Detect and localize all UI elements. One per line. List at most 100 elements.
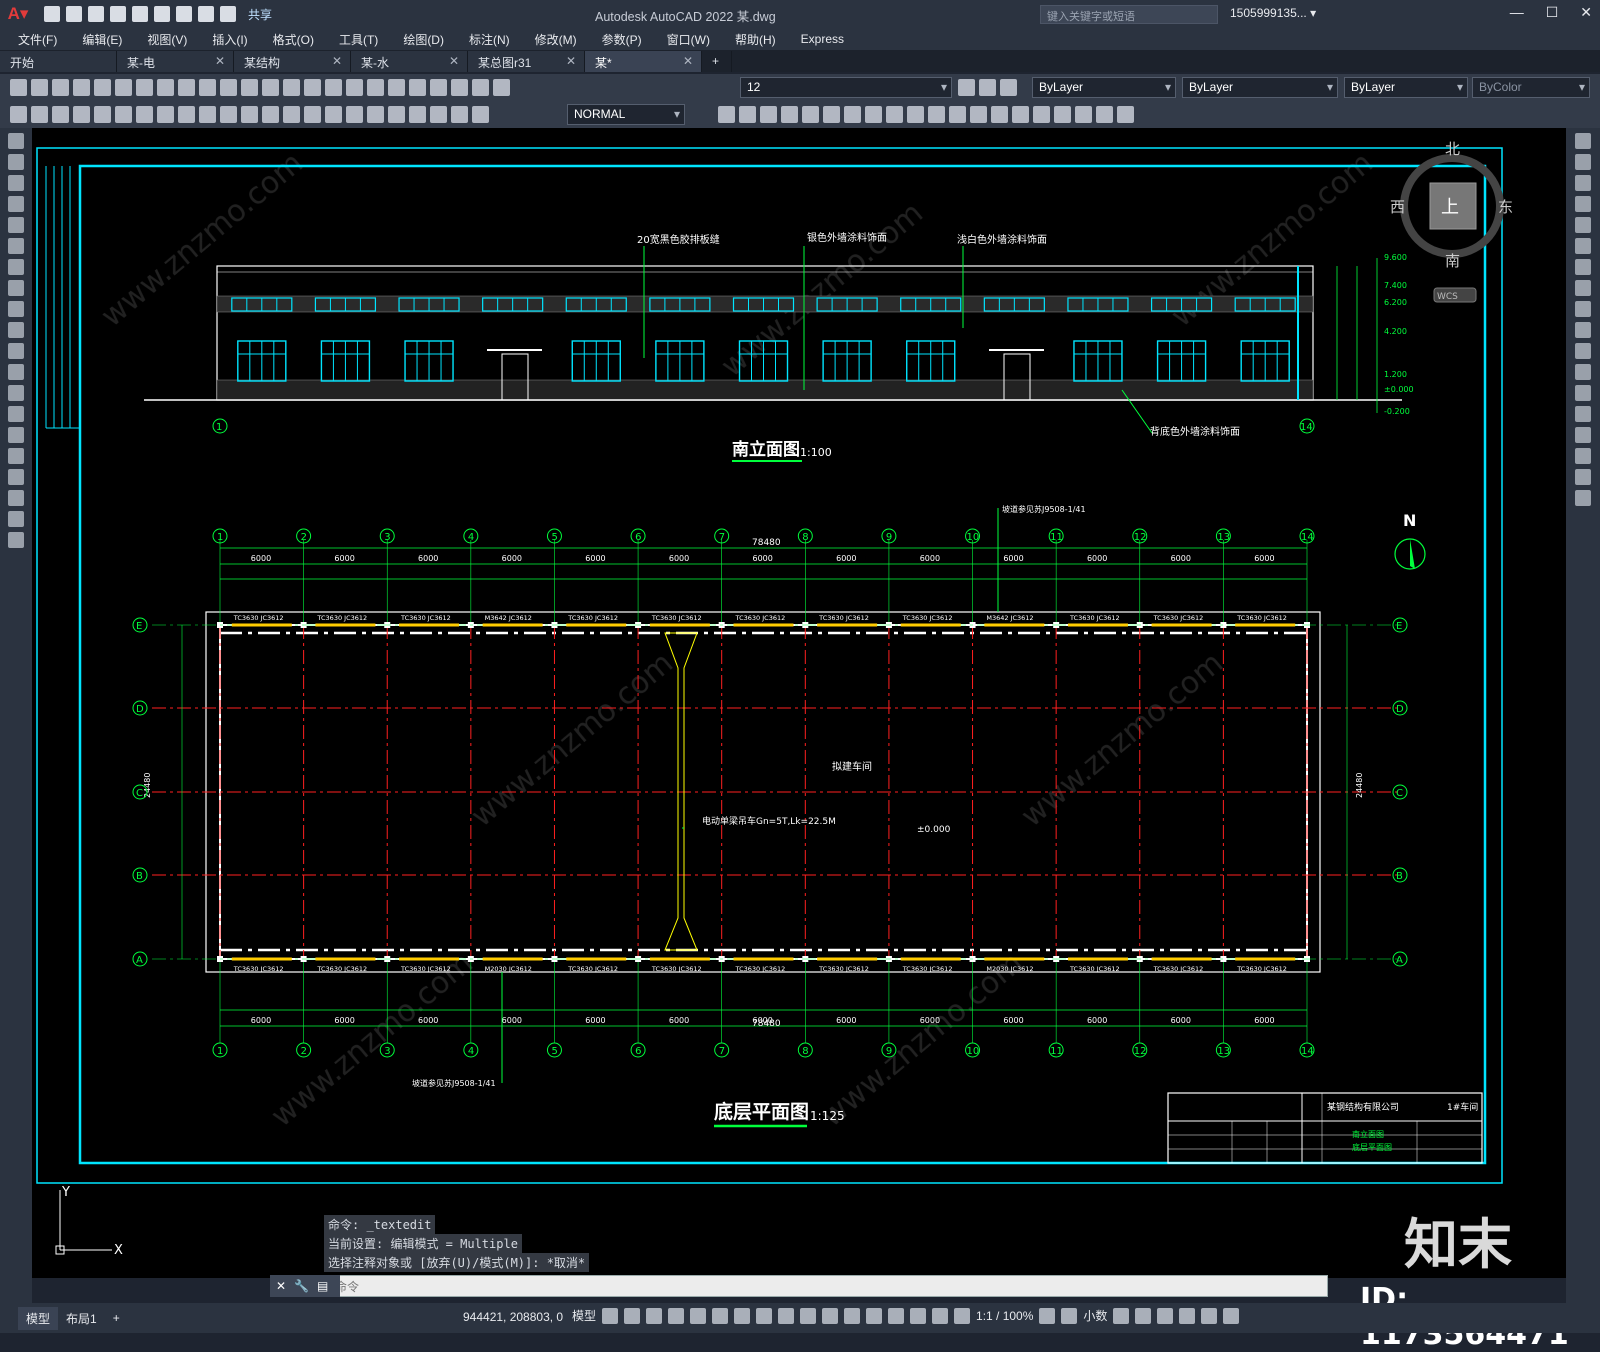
tab-site-plan[interactable]: 某总图r31 ✕ bbox=[468, 51, 585, 72]
dim-aligned-icon[interactable] bbox=[31, 106, 48, 123]
menu-dimension[interactable]: 标注(N) bbox=[469, 31, 510, 48]
dim-radius-icon[interactable] bbox=[94, 106, 111, 123]
ellipse-icon[interactable] bbox=[8, 322, 24, 338]
viewcube[interactable]: 上 北 南 东 西 WCS bbox=[1390, 140, 1513, 303]
layer-icon[interactable] bbox=[493, 79, 510, 96]
insert-icon[interactable] bbox=[1075, 106, 1092, 123]
stretch-icon[interactable] bbox=[1575, 301, 1591, 317]
array-icon[interactable] bbox=[1575, 217, 1591, 233]
chamfer-icon[interactable] bbox=[991, 106, 1008, 123]
close-icon[interactable]: ✕ bbox=[332, 54, 342, 68]
close-icon[interactable]: ✕ bbox=[566, 54, 576, 68]
new-tab-button[interactable]: + bbox=[702, 51, 732, 72]
menu-insert[interactable]: 插入(I) bbox=[212, 31, 247, 48]
quick-properties-icon[interactable] bbox=[1113, 1307, 1130, 1324]
share-button[interactable]: 共享 bbox=[248, 6, 272, 22]
plot-icon[interactable] bbox=[176, 6, 192, 22]
sheet-set-icon[interactable] bbox=[409, 79, 426, 96]
dynamic-ucs-icon[interactable] bbox=[866, 1307, 883, 1324]
user-account[interactable]: 1505999135... ▾ bbox=[1230, 6, 1316, 20]
lock-ui-icon[interactable] bbox=[1135, 1307, 1152, 1324]
cut-icon[interactable] bbox=[136, 79, 153, 96]
ellipse-arc-icon[interactable] bbox=[8, 343, 24, 359]
layer-dropdown[interactable]: 12 bbox=[740, 77, 952, 98]
line-icon[interactable] bbox=[8, 133, 24, 149]
layer-state-icon[interactable] bbox=[1000, 79, 1017, 96]
point-icon[interactable] bbox=[8, 406, 24, 422]
move-icon[interactable] bbox=[823, 106, 840, 123]
arc-icon[interactable] bbox=[8, 238, 24, 254]
dim-angular-icon[interactable] bbox=[157, 106, 174, 123]
region-icon[interactable] bbox=[8, 469, 24, 485]
markup-icon[interactable] bbox=[430, 79, 447, 96]
menu-edit[interactable]: 编辑(E) bbox=[82, 31, 122, 48]
plotstyle-dropdown[interactable]: ByColor bbox=[1472, 77, 1590, 98]
coordinate-readout[interactable]: 944421, 208803, 0 bbox=[463, 1310, 563, 1324]
block-icon[interactable] bbox=[1054, 106, 1071, 123]
menu-modify[interactable]: 修改(M) bbox=[535, 31, 577, 48]
new-icon[interactable] bbox=[10, 79, 27, 96]
break-icon[interactable] bbox=[949, 106, 966, 123]
erase-icon[interactable] bbox=[718, 106, 735, 123]
minimize-icon[interactable]: — bbox=[1510, 4, 1524, 21]
viewcube-south[interactable]: 南 bbox=[1445, 252, 1460, 270]
dim-break-icon[interactable] bbox=[262, 106, 279, 123]
stretch-icon[interactable] bbox=[886, 106, 903, 123]
dim-linear-icon[interactable] bbox=[10, 106, 27, 123]
undo-icon[interactable] bbox=[220, 79, 237, 96]
tolerance-icon[interactable] bbox=[283, 106, 300, 123]
leader-icon[interactable] bbox=[451, 106, 468, 123]
spline-icon[interactable] bbox=[8, 301, 24, 317]
isolate-objects-icon[interactable] bbox=[1157, 1307, 1174, 1324]
polygon-icon[interactable] bbox=[8, 196, 24, 212]
model-space-button[interactable]: 模型 bbox=[572, 1307, 596, 1324]
customize-icon[interactable]: 🔧 bbox=[294, 1279, 309, 1293]
hardware-acceleration-icon[interactable] bbox=[1179, 1307, 1196, 1324]
recent-commands-icon[interactable]: ▤ bbox=[317, 1279, 328, 1293]
dim-update-icon[interactable] bbox=[409, 106, 426, 123]
copy-icon[interactable] bbox=[1575, 154, 1591, 170]
extend-icon[interactable] bbox=[1575, 343, 1591, 359]
transparency-icon[interactable] bbox=[800, 1307, 817, 1324]
customization-icon[interactable] bbox=[1223, 1307, 1240, 1324]
design-center-icon[interactable] bbox=[367, 79, 384, 96]
publish-icon[interactable] bbox=[115, 79, 132, 96]
snap-icon[interactable] bbox=[624, 1307, 641, 1324]
osnap-icon[interactable] bbox=[756, 1307, 773, 1324]
viewcube-top[interactable]: 上 bbox=[1441, 197, 1459, 218]
menu-file[interactable]: 文件(F) bbox=[18, 31, 57, 48]
redo-icon[interactable] bbox=[241, 79, 258, 96]
explode-icon[interactable] bbox=[1575, 490, 1591, 506]
properties-icon[interactable] bbox=[346, 79, 363, 96]
color-dropdown[interactable]: ByLayer bbox=[1032, 77, 1176, 98]
viewcube-north[interactable]: 北 bbox=[1445, 140, 1460, 158]
offset-icon[interactable] bbox=[1575, 196, 1591, 212]
close-icon[interactable]: ✕ bbox=[449, 54, 459, 68]
workspace-gear-icon[interactable] bbox=[1039, 1307, 1056, 1324]
ortho-icon[interactable] bbox=[668, 1307, 685, 1324]
zoom-previous-icon[interactable] bbox=[325, 79, 342, 96]
break-point-icon[interactable] bbox=[1575, 364, 1591, 380]
save-icon[interactable] bbox=[52, 79, 69, 96]
copy-icon[interactable] bbox=[157, 79, 174, 96]
linetype-dropdown[interactable]: ByLayer bbox=[1182, 77, 1338, 98]
revision-cloud-icon[interactable] bbox=[8, 280, 24, 296]
command-line[interactable]: 键入命令 bbox=[270, 1275, 1328, 1297]
maximize-icon[interactable]: ☐ bbox=[1546, 4, 1559, 21]
annotation-scale[interactable]: 1:1 / 100% bbox=[976, 1309, 1033, 1323]
autocad-logo-icon[interactable]: A▾ bbox=[0, 0, 36, 28]
lineweight-icon[interactable] bbox=[778, 1307, 795, 1324]
rotate-icon[interactable] bbox=[844, 106, 861, 123]
mirror-icon[interactable] bbox=[1575, 175, 1591, 191]
isodraft-icon[interactable] bbox=[712, 1307, 729, 1324]
tab-electrical[interactable]: 某-电 ✕ bbox=[117, 51, 234, 72]
menu-tools[interactable]: 工具(T) bbox=[339, 31, 378, 48]
auto-scale-icon[interactable] bbox=[954, 1307, 971, 1324]
fillet-icon[interactable] bbox=[1575, 448, 1591, 464]
dim-style-icon[interactable] bbox=[430, 106, 447, 123]
region-icon[interactable] bbox=[1117, 106, 1134, 123]
text-style-dropdown[interactable]: NORMAL bbox=[567, 104, 685, 125]
drawing-canvas[interactable]: www.znzmo.com www.znzmo.com www.znzmo.co… bbox=[32, 128, 1566, 1278]
dim-diameter-icon[interactable] bbox=[136, 106, 153, 123]
menu-view[interactable]: 视图(V) bbox=[147, 31, 187, 48]
